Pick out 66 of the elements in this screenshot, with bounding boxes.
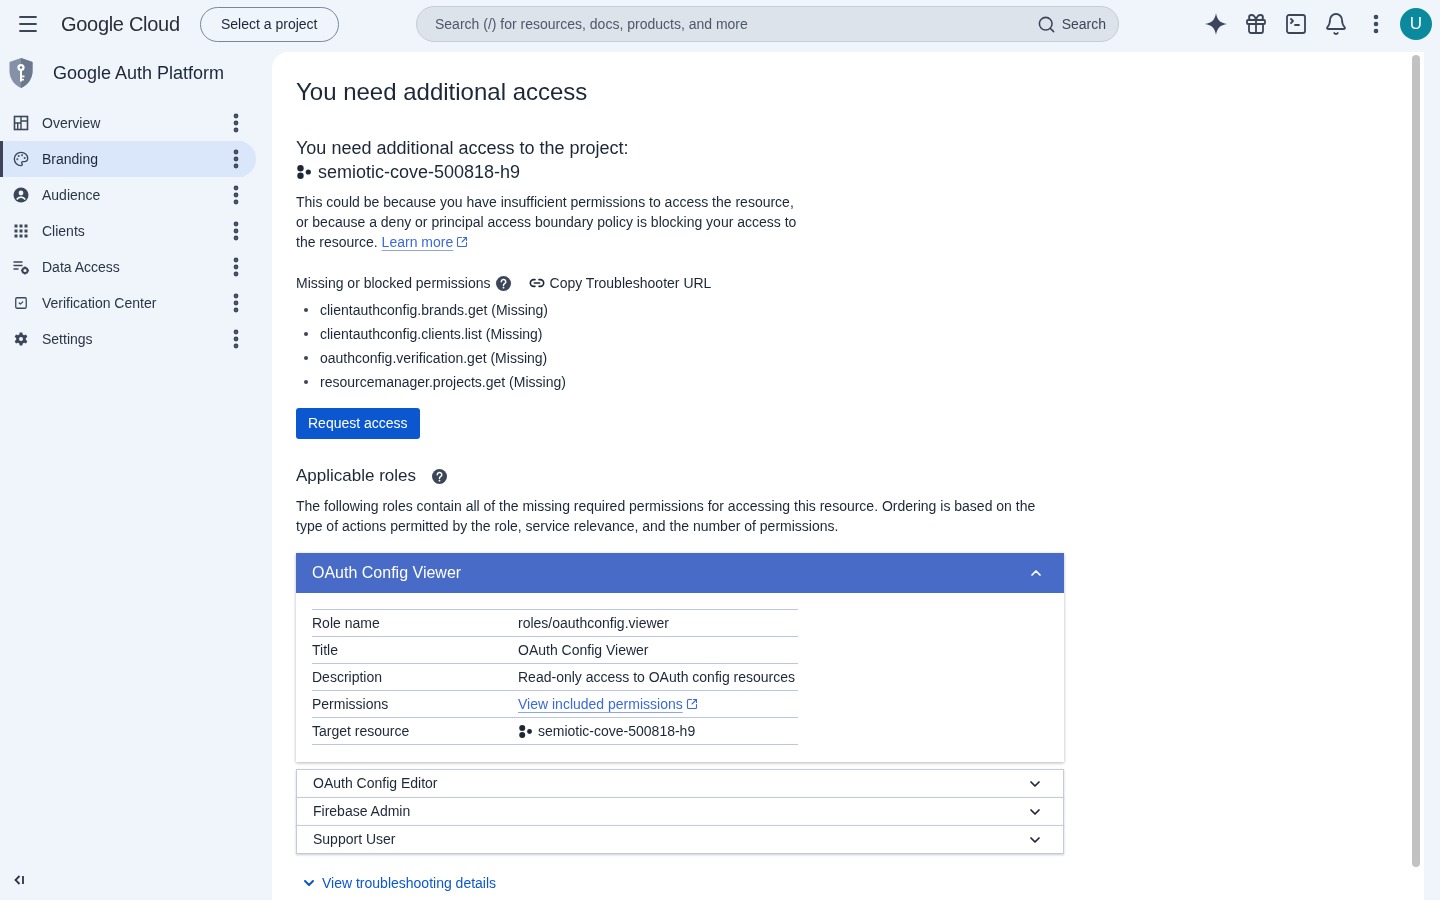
permission-item: oauthconfig.verification.get (Missing) (320, 348, 548, 368)
project-name: semiotic-cove-500818-h9 (318, 161, 521, 184)
bullet-icon (304, 332, 308, 336)
palette-icon (13, 151, 29, 167)
search-button[interactable]: Search (1036, 13, 1106, 35)
search-field[interactable]: Search (/) for resources, docs, products, and more Search (416, 6, 1119, 42)
permission-item: clientauthconfig.brands.get (Missing) (320, 300, 548, 320)
row-value: roles/oauthconfig.viewer (518, 613, 669, 633)
node-cluster-icon (518, 723, 533, 739)
roles-heading: Applicable roles (296, 465, 416, 488)
scrollbar-thumb[interactable] (1412, 55, 1420, 867)
shield-key-logo (8, 57, 34, 89)
copy-url-button[interactable]: Copy Troubleshooter URL (528, 272, 712, 294)
bullet-icon (304, 380, 308, 384)
row-label: Target resource (312, 721, 411, 741)
role-header[interactable]: Firebase Admin (296, 797, 1064, 826)
troubleshooting-link[interactable]: View troubleshooting details (301, 875, 497, 891)
list-gear-icon (13, 259, 29, 275)
explanation-text: This could be because you have insufficient permissions to access the resource, or because a deny or principal access boundary policy is blocking your access to the resource. Learn more (296, 193, 798, 252)
sidebar-item[interactable]: Overview (0, 105, 256, 141)
sidebar-item[interactable]: Verification Center (0, 285, 256, 321)
dashboard-icon (13, 115, 29, 131)
search-icon (1036, 14, 1056, 34)
checkbox-icon (14, 296, 28, 310)
row-label: Title (312, 640, 339, 660)
gift-icon[interactable] (1244, 12, 1268, 36)
help-icon[interactable] (495, 275, 511, 291)
learn-more-link[interactable]: Learn more (381, 232, 469, 252)
page-title: You need additional access (296, 77, 588, 107)
row-value: Read-only access to OAuth config resources (518, 667, 796, 687)
role-header[interactable]: Support User (296, 825, 1064, 854)
permissions-link[interactable]: View included permissions (518, 693, 698, 715)
sparkle-icon[interactable] (1204, 12, 1228, 36)
sidebar-item[interactable]: Audience (0, 177, 256, 213)
permission-item: clientauthconfig.clients.list (Missing) (320, 324, 543, 344)
row-label: Description (312, 667, 384, 687)
bullet-icon (304, 308, 308, 312)
product-name[interactable]: Google Cloud (61, 13, 180, 35)
sidebar-item[interactable]: Branding (0, 141, 256, 177)
external-link-icon (685, 698, 698, 710)
role-header[interactable]: OAuth Config Editor (296, 769, 1064, 798)
sidebar-item[interactable]: Clients (0, 213, 256, 249)
bell-icon[interactable] (1324, 12, 1348, 36)
help-icon[interactable] (432, 468, 447, 484)
permissions-heading: Missing or blocked permissions (296, 273, 491, 293)
role-header[interactable]: OAuth Config Viewer (296, 553, 1064, 593)
bullet-icon (304, 356, 308, 360)
request-access-button[interactable]: Request access (296, 408, 420, 439)
sidebar-item[interactable]: Data Access (0, 249, 256, 285)
dot-grid-icon (13, 223, 29, 239)
avatar[interactable]: U (1400, 8, 1432, 40)
row-label: Permissions (312, 694, 390, 714)
gear-icon (13, 331, 29, 347)
node-cluster-icon (296, 164, 312, 180)
sidebar-item[interactable]: Settings (0, 321, 256, 357)
person-icon (13, 187, 29, 203)
row-value: OAuth Config Viewer (518, 640, 649, 660)
row-label: Role name (312, 613, 381, 633)
external-link-icon (456, 236, 469, 248)
sidebar-title: Google Auth Platform (53, 62, 225, 85)
roles-description: The following roles contain all of the missing required permissions for accessing this resource. Ordering is based on the type of actions permitted by the role, service relevance, and the number of permissions. (296, 497, 1037, 536)
permission-item: resourcemanager.projects.get (Missing) (320, 372, 566, 392)
terminal-icon[interactable] (1284, 12, 1308, 36)
collapse-sidebar-icon[interactable] (13, 874, 25, 886)
resource-name: semiotic-cove-500818-h9 (538, 721, 696, 741)
subtitle: You need additional access to the project: (296, 137, 629, 160)
